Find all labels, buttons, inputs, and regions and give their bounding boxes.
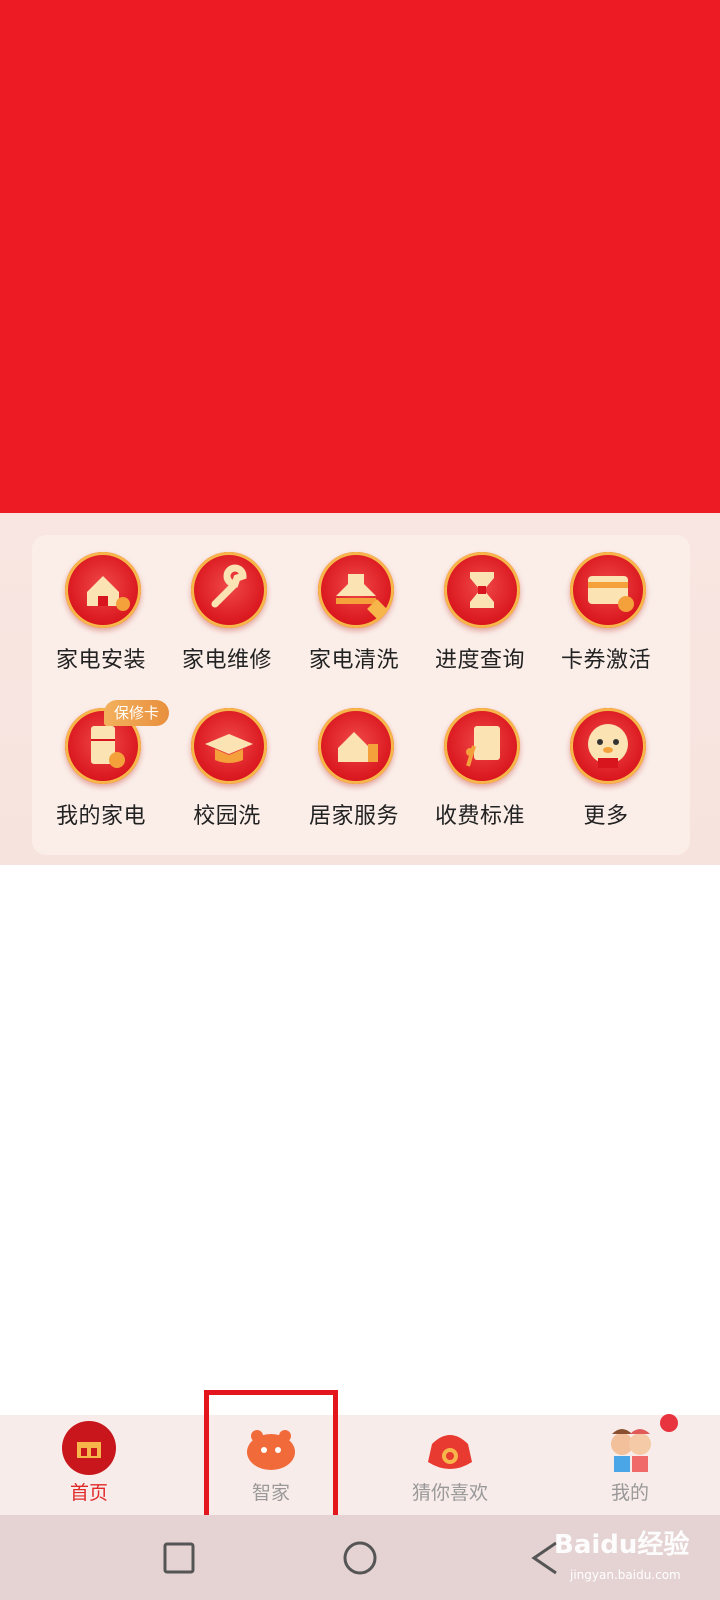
card-icon bbox=[570, 552, 646, 628]
avatar-icon bbox=[602, 1420, 658, 1476]
service-home-services[interactable]: 居家服务 bbox=[294, 708, 414, 848]
service-coupon-activate[interactable]: 卡券激活 bbox=[546, 552, 666, 692]
notification-dot bbox=[660, 1414, 678, 1432]
document-icon bbox=[444, 708, 520, 784]
baidu-watermark: Baidu经验 bbox=[554, 1530, 690, 1560]
service-label: 家电清洗 bbox=[308, 648, 399, 673]
tab-recommend[interactable]: 猜你喜欢 bbox=[375, 1415, 525, 1515]
service-appliance-cleaning[interactable]: 家电清洗 bbox=[294, 552, 414, 692]
graduation-cap-icon bbox=[191, 708, 267, 784]
service-my-appliances[interactable]: 我的家电 bbox=[41, 708, 161, 848]
house-icon bbox=[65, 552, 141, 628]
service-label: 家电维修 bbox=[181, 648, 272, 673]
service-fee-standard[interactable]: 收费标准 bbox=[420, 708, 540, 848]
service-more[interactable]: 更多 bbox=[546, 708, 666, 848]
tab-label: 猜你喜欢 bbox=[411, 1482, 488, 1504]
tiger-mascot-icon bbox=[570, 708, 646, 784]
service-label: 卡券激活 bbox=[560, 648, 651, 673]
range-hood-icon bbox=[318, 552, 394, 628]
service-label: 进度查询 bbox=[434, 648, 525, 673]
service-label: 家电安装 bbox=[55, 648, 146, 673]
wrench-icon bbox=[191, 552, 267, 628]
home-circle-icon[interactable] bbox=[342, 1540, 378, 1580]
bottom-tab-bar: 首页 智家 猜你喜欢 我的 bbox=[0, 1415, 720, 1515]
service-progress-query[interactable]: 进度查询 bbox=[420, 552, 540, 692]
home-service-icon bbox=[318, 708, 394, 784]
hourglass-icon bbox=[444, 552, 520, 628]
recent-apps-icon[interactable] bbox=[163, 1542, 195, 1578]
home-icon bbox=[61, 1420, 117, 1476]
tab-mine[interactable]: 我的 bbox=[555, 1415, 705, 1515]
tab-home[interactable]: 首页 bbox=[14, 1415, 164, 1515]
service-appliance-repair[interactable]: 家电维修 bbox=[167, 552, 287, 692]
service-label: 我的家电 bbox=[55, 804, 146, 829]
service-label: 更多 bbox=[583, 804, 629, 829]
service-campus-laundry[interactable]: 校园洗 bbox=[167, 708, 287, 848]
watermark-url: jingyan.baidu.com bbox=[570, 1568, 681, 1582]
tab-label: 我的 bbox=[610, 1482, 649, 1504]
service-label: 校园洗 bbox=[193, 804, 261, 829]
highlight-frame bbox=[204, 1390, 338, 1528]
service-appliance-install[interactable]: 家电安装 bbox=[41, 552, 161, 692]
tab-label: 首页 bbox=[69, 1482, 108, 1504]
promo-banner[interactable] bbox=[0, 0, 720, 513]
service-label: 居家服务 bbox=[308, 804, 399, 829]
service-label: 收费标准 bbox=[434, 804, 525, 829]
warranty-card-badge: 保修卡 bbox=[104, 700, 170, 726]
lucky-bag-icon bbox=[422, 1420, 478, 1476]
